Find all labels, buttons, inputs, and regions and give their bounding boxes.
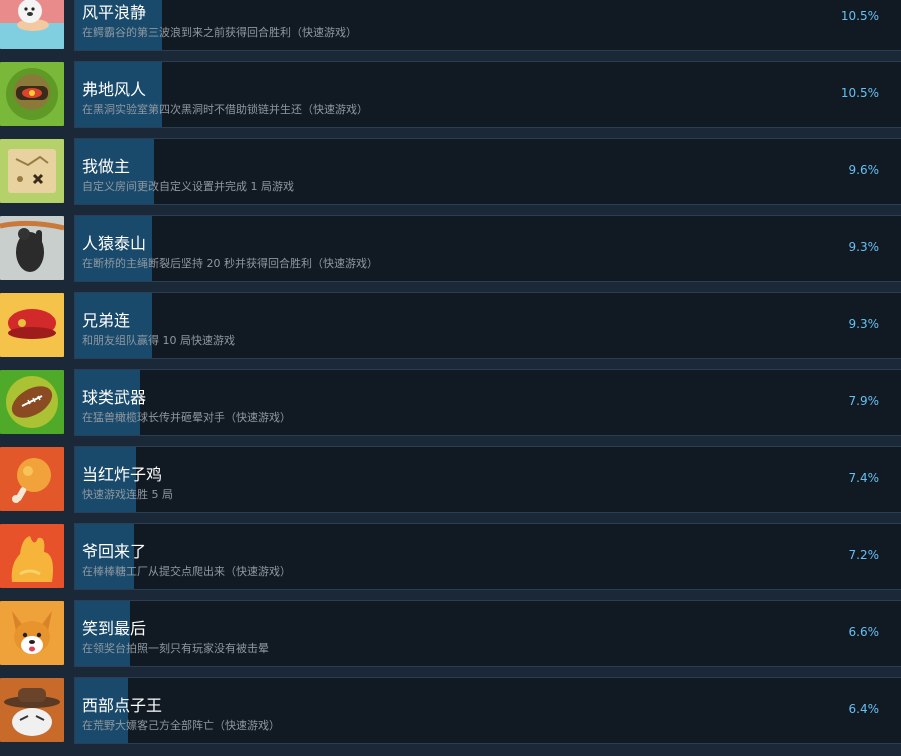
achievement-title: 弗地风人 — [82, 80, 147, 99]
achievement-percent: 10.5% — [840, 9, 879, 23]
achievement-description: 在领奖台拍照一刻只有玩家没有被击晕 — [82, 642, 269, 655]
achievement-row: 球类武器 在猛兽橄榄球长传并砸晕对手（快速游戏） 7.9% — [0, 369, 901, 446]
achievement-panel: 当红炸子鸡 快速游戏连胜 5 局 7.4% — [74, 446, 901, 513]
achievement-row: 我做主 自定义房间更改自定义设置并完成 1 局游戏 9.6% — [0, 138, 901, 215]
achievement-panel: 弗地风人 在黑洞实验室第四次黑洞时不借助锁链并生还（快速游戏） 10.5% — [74, 61, 901, 128]
achievement-percent: 7.2% — [848, 548, 880, 562]
achievement-percent: 6.6% — [848, 625, 880, 639]
achievement-percent: 10.5% — [840, 86, 879, 100]
achievement-row: 人猿泰山 在断桥的主绳断裂后坚持 20 秒并获得回合胜利（快速游戏） 9.3% — [0, 215, 901, 292]
map-icon — [0, 139, 64, 203]
achievement-row: 笑到最后 在领奖台拍照一刻只有玩家没有被击晕 6.6% — [0, 600, 901, 677]
achievement-title: 爷回来了 — [82, 542, 147, 561]
hand-icon — [0, 524, 64, 588]
achievement-panel: 我做主 自定义房间更改自定义设置并完成 1 局游戏 9.6% — [74, 138, 901, 205]
achievement-percent: 9.6% — [848, 163, 880, 177]
corgi-icon — [0, 601, 64, 665]
achievement-panel: 笑到最后 在领奖台拍照一刻只有玩家没有被击晕 6.6% — [74, 600, 901, 667]
achievement-panel: 爷回来了 在棒棒糖工厂从提交点爬出来（快速游戏） 7.2% — [74, 523, 901, 590]
achievement-description: 自定义房间更改自定义设置并完成 1 局游戏 — [82, 180, 294, 193]
achievement-percent: 7.9% — [848, 394, 880, 408]
achievement-list: 风平浪静 在鳄霸谷的第三波浪到来之前获得回合胜利（快速游戏） 10.5% 弗地风… — [0, 0, 901, 754]
cowboy-icon — [0, 678, 64, 742]
achievement-title: 人猿泰山 — [82, 234, 147, 253]
achievement-description: 在棒棒糖工厂从提交点爬出来（快速游戏） — [82, 565, 291, 578]
football-icon — [0, 370, 64, 434]
achievement-panel: 风平浪静 在鳄霸谷的第三波浪到来之前获得回合胜利（快速游戏） 10.5% — [74, 0, 901, 51]
achievement-panel: 人猿泰山 在断桥的主绳断裂后坚持 20 秒并获得回合胜利（快速游戏） 9.3% — [74, 215, 901, 282]
achievement-percent: 9.3% — [848, 317, 880, 331]
achievement-title: 西部点子王 — [82, 696, 163, 715]
achievement-row: 兄弟连 和朋友组队赢得 10 局快速游戏 9.3% — [0, 292, 901, 369]
achievement-title: 球类武器 — [82, 388, 147, 407]
achievement-panel: 兄弟连 和朋友组队赢得 10 局快速游戏 9.3% — [74, 292, 901, 359]
achievement-title: 兄弟连 — [82, 311, 131, 330]
achievement-title: 风平浪静 — [82, 3, 147, 22]
achievement-title: 笑到最后 — [82, 619, 147, 638]
achievement-panel: 西部点子王 在荒野大嫖客己方全部阵亡（快速游戏） 6.4% — [74, 677, 901, 744]
achievement-row: 风平浪静 在鳄霸谷的第三波浪到来之前获得回合胜利（快速游戏） 10.5% — [0, 0, 901, 61]
achievement-percent: 6.4% — [848, 702, 880, 716]
achievement-row: 西部点子王 在荒野大嫖客己方全部阵亡（快速游戏） 6.4% — [0, 677, 901, 754]
chicken-icon — [0, 447, 64, 511]
gorilla-icon — [0, 216, 64, 280]
achievement-description: 快速游戏连胜 5 局 — [82, 488, 173, 501]
achievement-title: 当红炸子鸡 — [82, 465, 163, 484]
achievement-description: 在黑洞实验室第四次黑洞时不借助锁链并生还（快速游戏） — [82, 103, 368, 116]
achievement-row: 当红炸子鸡 快速游戏连胜 5 局 7.4% — [0, 446, 901, 523]
robot-icon — [0, 62, 64, 126]
achievement-description: 和朋友组队赢得 10 局快速游戏 — [82, 334, 235, 347]
achievement-panel: 球类武器 在猛兽橄榄球长传并砸晕对手（快速游戏） 7.9% — [74, 369, 901, 436]
achievement-description: 在鳄霸谷的第三波浪到来之前获得回合胜利（快速游戏） — [82, 26, 357, 39]
beret-icon — [0, 293, 64, 357]
seal-icon — [0, 0, 64, 49]
achievement-description: 在荒野大嫖客己方全部阵亡（快速游戏） — [82, 719, 280, 732]
achievement-row: 爷回来了 在棒棒糖工厂从提交点爬出来（快速游戏） 7.2% — [0, 523, 901, 600]
achievement-percent: 9.3% — [848, 240, 880, 254]
achievement-description: 在断桥的主绳断裂后坚持 20 秒并获得回合胜利（快速游戏） — [82, 257, 378, 270]
achievement-percent: 7.4% — [848, 471, 880, 485]
achievement-row: 弗地风人 在黑洞实验室第四次黑洞时不借助锁链并生还（快速游戏） 10.5% — [0, 61, 901, 138]
achievement-title: 我做主 — [82, 157, 131, 176]
achievement-description: 在猛兽橄榄球长传并砸晕对手（快速游戏） — [82, 411, 291, 424]
